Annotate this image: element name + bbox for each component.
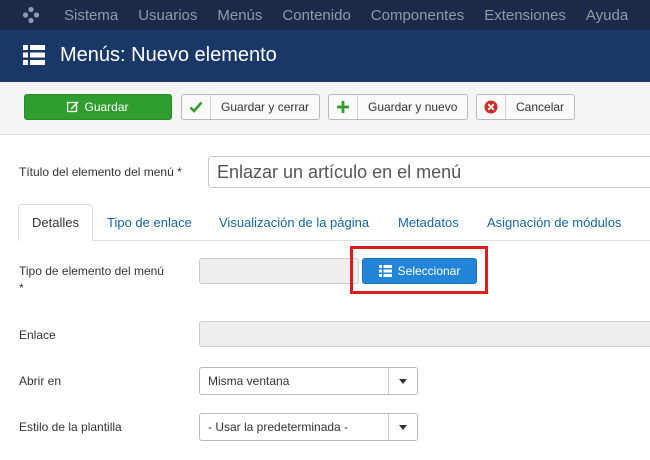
nav-sistema[interactable]: Sistema [64, 7, 118, 24]
nav-ayuda[interactable]: Ayuda [586, 7, 628, 24]
link-label: Enlace [19, 328, 56, 342]
link-input[interactable] [199, 321, 650, 347]
caret-down-icon [388, 414, 417, 440]
caret-down-icon [388, 368, 417, 394]
cancel-button[interactable]: Cancelar [476, 94, 576, 120]
tab-metadatos[interactable]: Metadatos [398, 204, 459, 240]
save-new-label: Guardar y nuevo [368, 100, 458, 114]
nav-extensiones[interactable]: Extensiones [484, 7, 566, 24]
tab-detalles[interactable]: Detalles [18, 204, 93, 241]
item-type-input[interactable] [199, 258, 359, 284]
nav-menus[interactable]: Menús [217, 7, 262, 24]
page-header: Menús: Nuevo elemento [0, 30, 650, 82]
open-in-select[interactable]: Misma ventana [199, 367, 418, 395]
highlight-box [350, 246, 488, 294]
save-button[interactable]: Guardar [24, 94, 172, 120]
open-in-label: Abrir en [19, 374, 62, 388]
tab-tipo-de-enlace[interactable]: Tipo de enlace [107, 204, 192, 240]
template-style-label: Estilo de la plantilla [19, 420, 122, 434]
tab-visualizacion[interactable]: Visualización de la página [219, 204, 369, 240]
cancel-label: Cancelar [516, 100, 565, 114]
nav-componentes[interactable]: Componentes [371, 7, 464, 24]
tab-bar: Detalles Tipo de enlace Visualización de… [18, 204, 650, 241]
toolbar: Guardar Guardar y cerrar Guardar y nuevo… [0, 82, 650, 135]
check-icon [182, 95, 211, 119]
template-style-select[interactable]: - Usar la predeterminada - [199, 413, 418, 441]
menu-list-icon [23, 45, 45, 65]
template-style-value: - Usar la predeterminada - [208, 420, 349, 434]
nav-usuarios[interactable]: Usuarios [138, 7, 197, 24]
tab-asignacion-modulos[interactable]: Asignación de módulos [487, 204, 621, 240]
top-navbar: Sistema Usuarios Menús Contenido Compone… [0, 0, 650, 30]
title-label: Título del elemento del menú * [19, 165, 182, 179]
item-type-label: Tipo de elemento del menú * [19, 264, 164, 295]
plus-icon [329, 95, 358, 119]
joomla-logo-icon[interactable] [22, 6, 40, 24]
title-input[interactable] [208, 156, 650, 188]
edit-icon [67, 95, 79, 119]
open-in-value: Misma ventana [208, 374, 290, 388]
page-title: Menús: Nuevo elemento [60, 44, 277, 66]
save-close-button[interactable]: Guardar y cerrar [181, 94, 321, 120]
save-close-label: Guardar y cerrar [221, 100, 310, 114]
save-button-label: Guardar [84, 100, 129, 114]
save-new-button[interactable]: Guardar y nuevo [328, 94, 469, 120]
nav-contenido[interactable]: Contenido [282, 7, 350, 24]
cancel-circle-icon [477, 95, 506, 119]
